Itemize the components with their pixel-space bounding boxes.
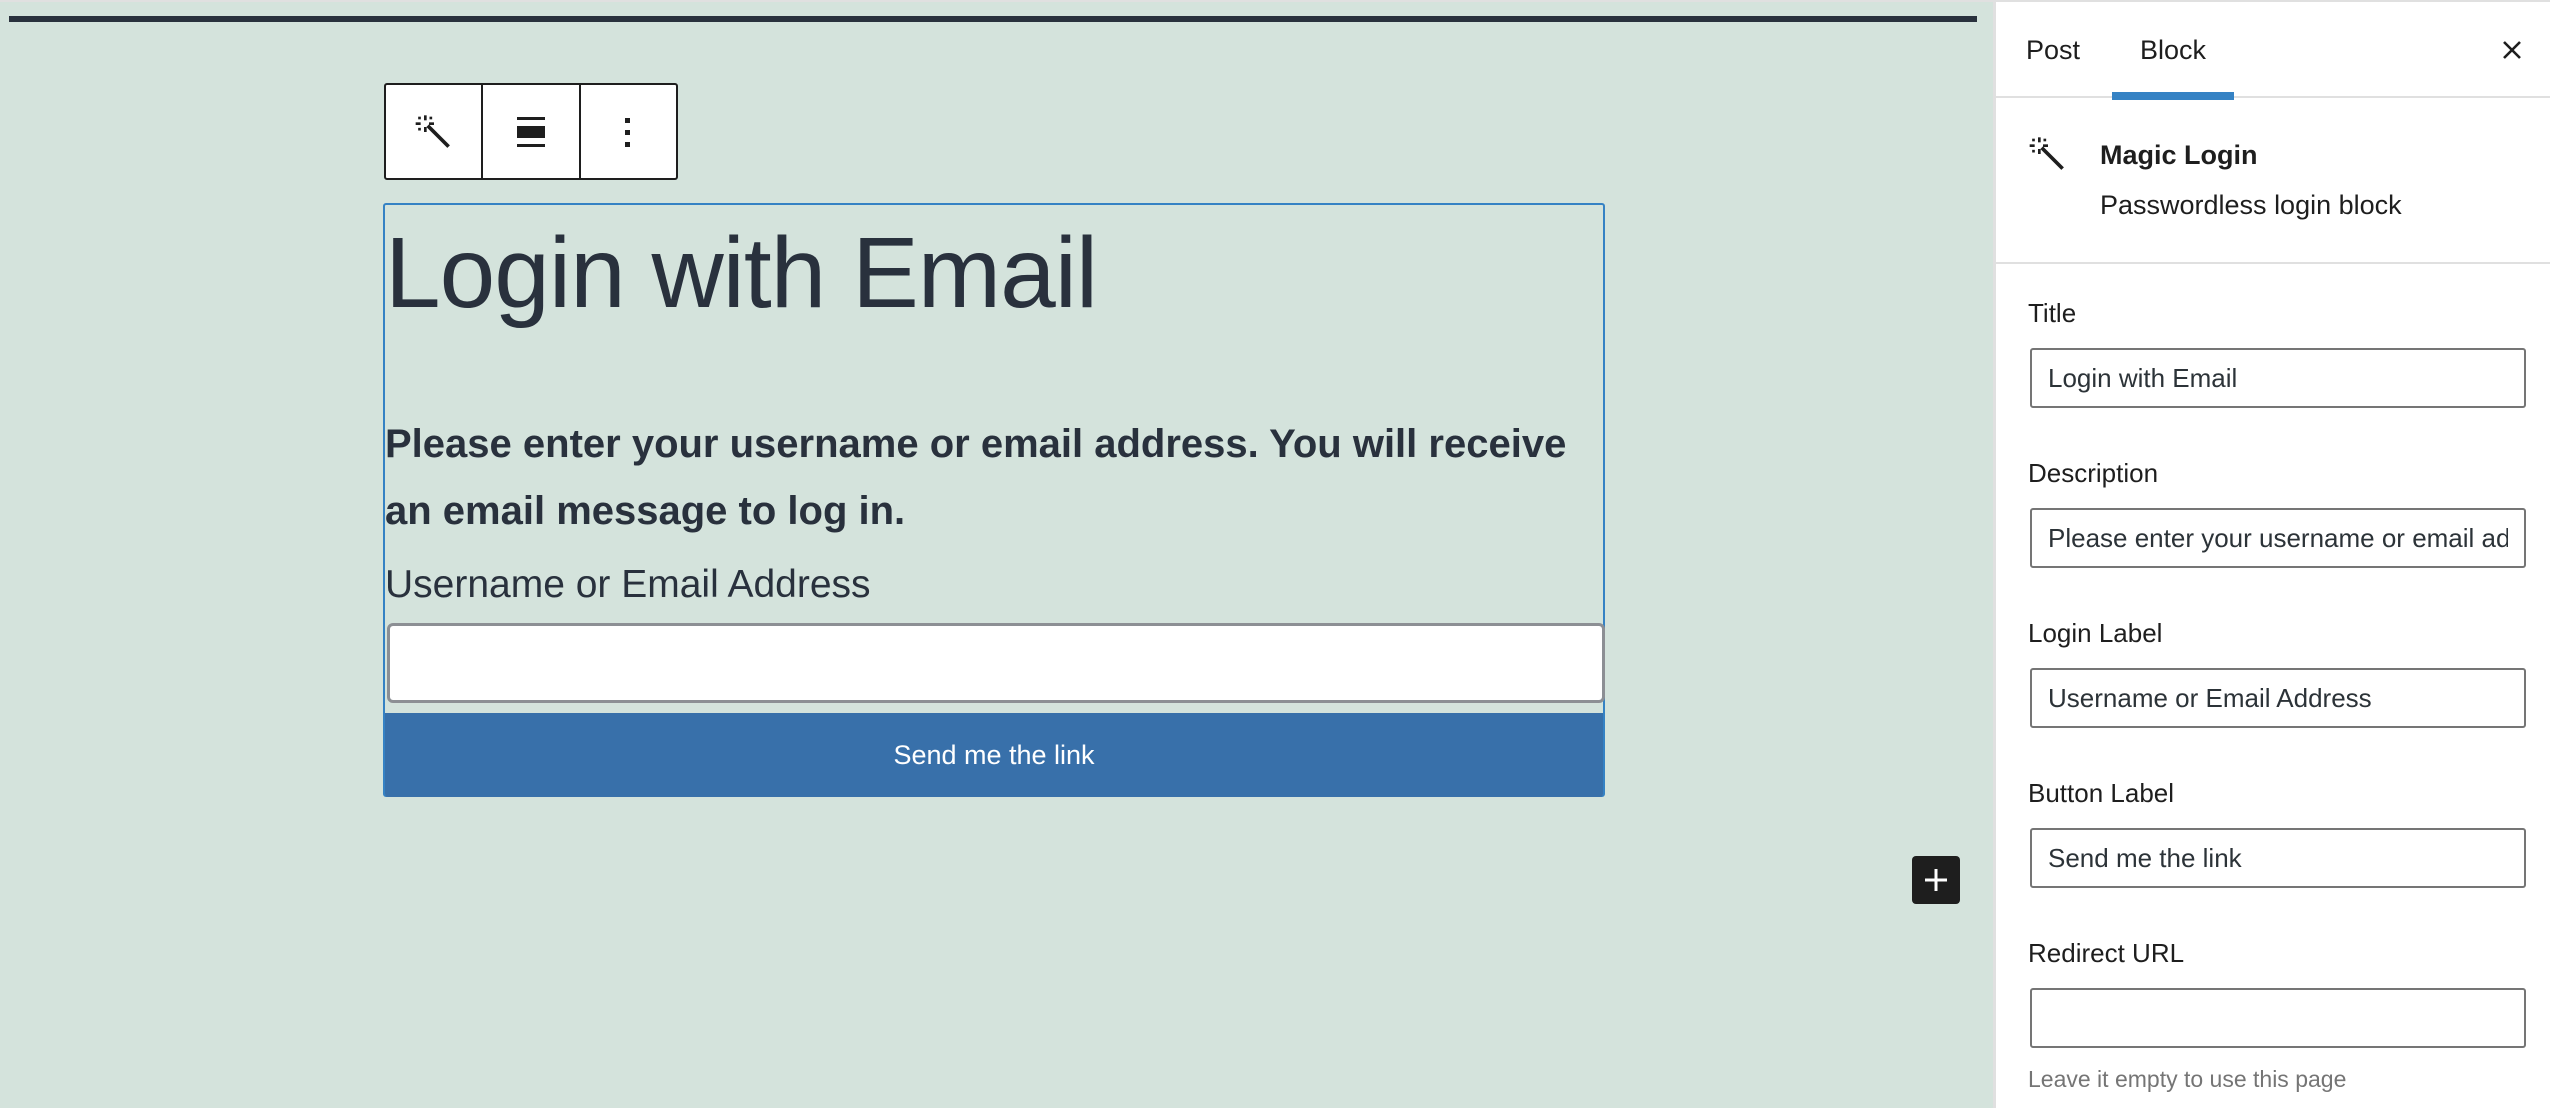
block-toolbar bbox=[384, 83, 678, 180]
magic-login-block[interactable]: Login with Email Please enter your usern… bbox=[383, 203, 1605, 797]
block-card-description: Passwordless login block bbox=[2100, 190, 2402, 220]
close-icon bbox=[2503, 41, 2521, 59]
sidebar-tabs: Post Block bbox=[1996, 2, 2550, 100]
login-field-label: Username or Email Address bbox=[385, 563, 871, 606]
editor-canvas: Login with Email Please enter your usern… bbox=[0, 2, 1993, 1108]
send-link-button[interactable]: Send me the link bbox=[385, 713, 1603, 797]
title-input[interactable] bbox=[2030, 348, 2526, 408]
header-divider bbox=[9, 16, 1977, 22]
block-card: Magic Login Passwordless login block bbox=[1996, 100, 2550, 264]
button-label-input[interactable] bbox=[2030, 828, 2526, 888]
plus-icon bbox=[1925, 869, 1947, 891]
redirect-url-help: Leave it empty to use this page bbox=[2028, 1066, 2347, 1092]
block-title[interactable]: Login with Email bbox=[385, 213, 1098, 333]
username-email-input[interactable] bbox=[387, 623, 1605, 703]
login-label-field-label: Login Label bbox=[2028, 618, 2163, 648]
magic-wand-icon bbox=[415, 114, 450, 148]
description-input[interactable] bbox=[2030, 508, 2526, 568]
tab-block[interactable]: Block bbox=[2112, 2, 2234, 100]
block-description[interactable]: Please enter your username or email addr… bbox=[385, 411, 1595, 545]
login-label-input[interactable] bbox=[2030, 668, 2526, 728]
button-label-field-label: Button Label bbox=[2028, 778, 2175, 808]
settings-sidebar: Post Block Magic Login Passwordless logi… bbox=[1994, 2, 2550, 1108]
block-card-title: Magic Login bbox=[2100, 140, 2258, 170]
tab-post[interactable]: Post bbox=[2026, 2, 2080, 98]
block-type-button[interactable] bbox=[386, 85, 484, 178]
redirect-url-input[interactable] bbox=[2030, 988, 2526, 1048]
align-button[interactable] bbox=[483, 85, 581, 178]
title-field-label: Title bbox=[2028, 298, 2077, 328]
magic-wand-icon bbox=[2029, 137, 2064, 170]
close-sidebar-button[interactable] bbox=[2494, 32, 2530, 68]
description-field-label: Description bbox=[2028, 458, 2159, 488]
redirect-url-field-label: Redirect URL bbox=[2028, 938, 2185, 968]
more-options-button[interactable] bbox=[581, 85, 676, 178]
add-block-button[interactable] bbox=[1912, 856, 1960, 904]
more-options-icon bbox=[625, 117, 631, 147]
align-icon bbox=[516, 116, 545, 147]
